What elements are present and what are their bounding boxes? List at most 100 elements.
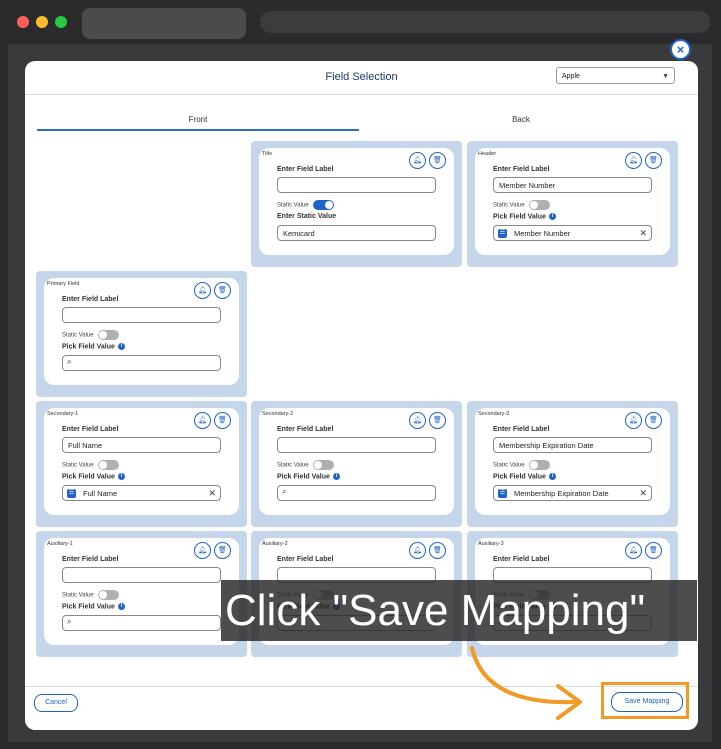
browser-chrome — [0, 0, 721, 44]
field-label-input[interactable] — [277, 177, 436, 193]
static-value-label: Static Value — [62, 592, 94, 599]
tab-front[interactable]: Front — [37, 115, 359, 124]
static-value-row: Static Value — [62, 330, 120, 340]
address-bar[interactable] — [260, 11, 710, 33]
trash-icon[interactable]: 🗑︎ — [645, 542, 662, 559]
enter-field-label-heading: Enter Field Label — [277, 426, 334, 433]
pick-field-value: Membership Expiration Date — [514, 489, 609, 498]
bell-icon[interactable]: 🔔︎ — [409, 152, 426, 169]
info-icon[interactable]: i — [117, 473, 125, 480]
card-secondary-2: Secondary-2 🔔︎ 🗑︎ Enter Field Label Stat… — [251, 401, 462, 527]
pick-field-input[interactable]: ☰ Full Name ✕ — [62, 485, 221, 501]
card-title-body: Title 🔔︎ 🗑︎ Enter Field Label Static Val… — [259, 148, 454, 255]
section-label: Auxiliary-2 — [262, 541, 288, 547]
section-label: Secondary-2 — [262, 411, 294, 417]
field-label-input[interactable]: Membership Expiration Date — [493, 437, 652, 453]
save-mapping-button[interactable]: Save Mapping — [611, 692, 683, 712]
info-icon[interactable]: i — [117, 603, 125, 610]
field-list-icon: ☰ — [498, 489, 507, 498]
info-icon[interactable]: i — [548, 213, 556, 220]
window-close-dot[interactable] — [17, 16, 29, 28]
static-value-toggle[interactable] — [529, 460, 551, 470]
window-minimize-dot[interactable] — [36, 16, 48, 28]
pick-field-input[interactable]: ☰ Member Number ✕ — [493, 225, 652, 241]
pick-field-value-heading: Pick Field Valuei — [62, 473, 125, 480]
static-value-row: Static Value — [62, 460, 120, 470]
browser-tab[interactable] — [82, 8, 246, 39]
static-value-toggle[interactable] — [529, 200, 551, 210]
section-label: Secondary-3 — [478, 411, 510, 417]
trash-icon[interactable]: 🗑︎ — [214, 282, 231, 299]
pick-field-value: Full Name — [83, 489, 118, 498]
field-label-input[interactable] — [62, 567, 221, 583]
bell-icon[interactable]: 🔔︎ — [194, 542, 211, 559]
pick-field-value-heading: Pick Field Valuei — [277, 473, 340, 480]
card-secondary-1-body: Secondary-1 🔔︎ 🗑︎ Enter Field Label Full… — [44, 408, 239, 515]
static-value-toggle[interactable] — [98, 330, 120, 340]
search-icon: ⌕ — [67, 357, 72, 366]
field-label-input[interactable] — [277, 437, 436, 453]
modal-header: Field Selection Apple ▼ — [25, 61, 698, 95]
window-zoom-dot[interactable] — [55, 16, 67, 28]
trash-icon[interactable]: 🗑︎ — [429, 152, 446, 169]
trash-icon[interactable]: 🗑︎ — [429, 542, 446, 559]
static-value-label: Static Value — [62, 332, 94, 339]
card-auxiliary-1: Auxiliary-1 🔔︎ 🗑︎ Enter Field Label Stat… — [36, 531, 247, 657]
field-label-input[interactable]: Full Name — [62, 437, 221, 453]
static-value-toggle[interactable] — [313, 460, 335, 470]
trash-icon[interactable]: 🗑︎ — [429, 412, 446, 429]
card-secondary-2-body: Secondary-2 🔔︎ 🗑︎ Enter Field Label Stat… — [259, 408, 454, 515]
static-value-row: Static Value — [277, 460, 335, 470]
bell-icon[interactable]: 🔔︎ — [194, 412, 211, 429]
pick-field-search[interactable]: ⌕ — [277, 485, 436, 501]
static-value-label: Static Value — [62, 462, 94, 469]
section-label: Auxiliary-1 — [47, 541, 73, 547]
trash-icon[interactable]: 🗑︎ — [645, 152, 662, 169]
info-icon[interactable]: i — [332, 473, 340, 480]
static-value-label: Static Value — [277, 202, 309, 209]
clear-icon[interactable]: ✕ — [208, 486, 216, 501]
static-value-row: Static Value — [277, 200, 335, 210]
static-value-toggle[interactable] — [98, 460, 120, 470]
footer-divider — [25, 686, 698, 687]
static-value-input[interactable]: Kemicard — [277, 225, 436, 241]
enter-static-value-heading: Enter Static Value — [277, 213, 337, 220]
static-value-toggle[interactable] — [313, 200, 335, 210]
clear-icon[interactable]: ✕ — [639, 226, 647, 241]
enter-field-label-heading: Enter Field Label — [277, 166, 334, 173]
bell-icon[interactable]: 🔔︎ — [194, 282, 211, 299]
platform-select[interactable]: Apple ▼ — [556, 67, 675, 84]
bell-icon[interactable]: 🔔︎ — [625, 152, 642, 169]
card-secondary-3-body: Secondary-3 🔔︎ 🗑︎ Enter Field Label Memb… — [475, 408, 670, 515]
card-header: Header 🔔︎ 🗑︎ Enter Field Label Member Nu… — [467, 141, 678, 267]
bell-icon[interactable]: 🔔︎ — [409, 542, 426, 559]
active-tab-indicator — [37, 129, 359, 131]
static-value-row: Static Value — [62, 590, 120, 600]
static-value-toggle[interactable] — [98, 590, 120, 600]
field-list-icon: ☰ — [67, 489, 76, 498]
static-value-label: Static Value — [493, 462, 525, 469]
pick-field-search[interactable]: ⌕ — [62, 615, 221, 631]
trash-icon[interactable]: 🗑︎ — [214, 542, 231, 559]
trash-icon[interactable]: 🗑︎ — [214, 412, 231, 429]
close-icon[interactable]: × — [670, 39, 691, 60]
field-label-input[interactable] — [62, 307, 221, 323]
tab-back[interactable]: Back — [360, 115, 682, 124]
field-label-input[interactable]: Member Number — [493, 177, 652, 193]
info-icon[interactable]: i — [548, 473, 556, 480]
info-icon[interactable]: i — [117, 343, 125, 350]
clear-icon[interactable]: ✕ — [639, 486, 647, 501]
pick-field-search[interactable]: ⌕ — [62, 355, 221, 371]
section-label: Header — [478, 151, 497, 157]
bell-icon[interactable]: 🔔︎ — [409, 412, 426, 429]
section-label: Auxiliary-3 — [478, 541, 504, 547]
bell-icon[interactable]: 🔔︎ — [625, 412, 642, 429]
static-value-row: Static Value — [493, 460, 551, 470]
chevron-down-icon: ▼ — [662, 73, 669, 80]
pick-field-input[interactable]: ☰ Membership Expiration Date ✕ — [493, 485, 652, 501]
cancel-button[interactable]: Cancel — [34, 694, 78, 712]
trash-icon[interactable]: 🗑︎ — [645, 412, 662, 429]
bell-icon[interactable]: 🔔︎ — [625, 542, 642, 559]
section-label: Title — [262, 151, 273, 157]
card-secondary-1: Secondary-1 🔔︎ 🗑︎ Enter Field Label Full… — [36, 401, 247, 527]
